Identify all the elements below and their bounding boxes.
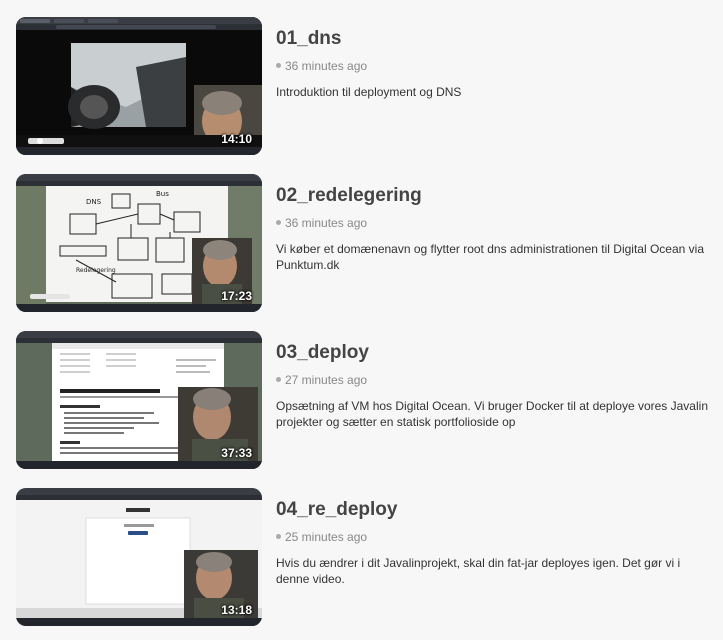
video-description: Opsætning af VM hos Digital Ocean. Vi br… <box>276 399 708 429</box>
video-title[interactable]: 02_redelegering <box>276 184 716 208</box>
video-time-ago: 36 minutes ago <box>285 216 368 230</box>
video-description: Introduktion til deployment og DNS <box>276 85 462 99</box>
video-duration: 14:10 <box>221 132 252 146</box>
video-description: Vi køber et domænenavn og flytter root d… <box>276 242 704 272</box>
svg-text:Bus: Bus <box>156 190 169 198</box>
video-title[interactable]: 04_re_deploy <box>276 498 716 522</box>
video-thumbnail[interactable]: 37:33 <box>16 331 262 469</box>
video-item[interactable]: 14:10 01_dns 36 minutes ago Introduktion… <box>16 17 716 157</box>
video-time-ago: 25 minutes ago <box>285 530 368 544</box>
video-duration: 17:23 <box>221 289 252 303</box>
video-duration: 37:33 <box>221 446 252 460</box>
video-title[interactable]: 01_dns <box>276 27 716 51</box>
bullet-icon <box>276 220 281 226</box>
video-item[interactable]: DNS Bus Redelegering 17:23 02_redelegeri… <box>16 174 716 314</box>
svg-text:DNS: DNS <box>86 198 102 206</box>
video-thumbnail[interactable]: 14:10 <box>16 17 262 155</box>
video-title[interactable]: 03_deploy <box>276 341 716 365</box>
video-meta: 25 minutes ago <box>276 530 716 544</box>
video-time-ago: 27 minutes ago <box>285 373 368 387</box>
bullet-icon <box>276 377 281 383</box>
video-meta: 36 minutes ago <box>276 59 716 73</box>
video-time-ago: 36 minutes ago <box>285 59 368 73</box>
video-duration: 13:18 <box>221 603 252 617</box>
svg-text:Redelegering: Redelegering <box>76 267 116 274</box>
bullet-icon <box>276 63 281 69</box>
video-thumbnail[interactable]: 13:18 <box>16 488 262 626</box>
video-meta: 27 minutes ago <box>276 373 716 387</box>
video-item[interactable]: 37:33 03_deploy 27 minutes ago Opsætning… <box>16 331 716 471</box>
video-meta: 36 minutes ago <box>276 216 716 230</box>
video-description: Hvis du ændrer i dit Javalinprojekt, ska… <box>276 556 681 586</box>
bullet-icon <box>276 534 281 540</box>
video-thumbnail[interactable]: DNS Bus Redelegering 17:23 <box>16 174 262 312</box>
video-item[interactable]: 13:18 04_re_deploy 25 minutes ago Hvis d… <box>16 488 716 628</box>
